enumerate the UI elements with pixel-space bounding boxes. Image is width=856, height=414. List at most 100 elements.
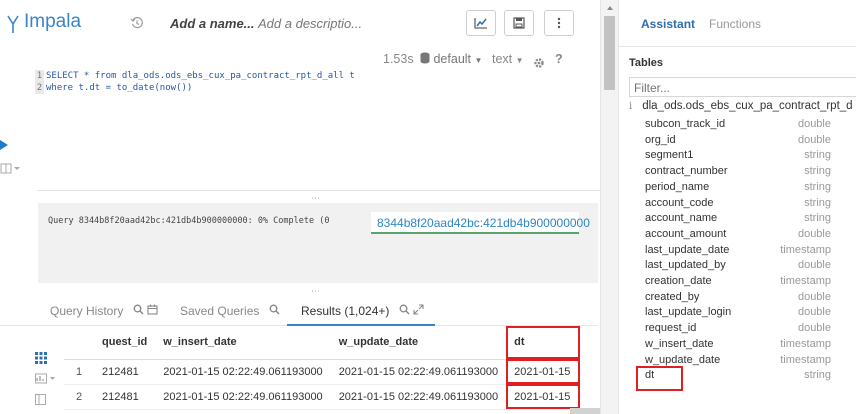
column-type: string <box>804 149 831 162</box>
line-number: 2 <box>35 82 44 94</box>
column-entry[interactable]: last_updated_by double <box>645 259 831 275</box>
scroll-up-icon[interactable] <box>601 2 619 14</box>
save-button[interactable] <box>504 10 534 36</box>
results-table: quest_id w_insert_date w_update_date dt … <box>64 326 581 410</box>
tab-label: Query History <box>50 304 124 318</box>
column-entry[interactable]: segment1 string <box>645 149 831 165</box>
database-name: default <box>433 52 472 66</box>
tab-saved-queries[interactable]: Saved Queries <box>180 304 280 318</box>
column-entry[interactable]: period_name string <box>645 181 831 197</box>
save-icon <box>513 17 525 29</box>
table-cell[interactable]: 2021-01-15 <box>506 359 581 385</box>
row-number: 2 <box>64 384 94 410</box>
tab-label: Results (1,024+) <box>301 304 390 318</box>
column-header[interactable]: w_insert_date <box>155 326 331 360</box>
row-number: 1 <box>64 359 94 385</box>
divider <box>37 190 600 191</box>
column-entry[interactable]: last_update_login double <box>645 306 831 322</box>
column-name: w_insert_date <box>645 337 714 350</box>
vertical-scrollbar[interactable] <box>600 0 618 414</box>
column-type: double <box>797 290 831 303</box>
column-entry[interactable]: creation_date timestamp <box>645 275 831 291</box>
column-name: last_update_date <box>645 243 730 256</box>
column-type: string <box>804 212 831 225</box>
grid-view-icon[interactable] <box>35 352 47 364</box>
assistant-panel: Assistant Functions Tables i dla_ods.ods… <box>618 0 856 414</box>
table-cell[interactable]: 2021-01-15 02:22:49.061193000 <box>330 359 507 385</box>
more-options-button[interactable] <box>544 10 574 36</box>
expand-icon[interactable] <box>413 304 424 318</box>
scrollbar-thumb[interactable] <box>604 16 615 90</box>
column-entry[interactable]: account_name string <box>645 212 831 228</box>
table-cell[interactable]: 2021-01-15 <box>506 384 581 410</box>
column-type: string <box>804 369 831 382</box>
search-icon[interactable] <box>133 304 147 318</box>
calendar-icon[interactable] <box>147 304 158 318</box>
column-entry[interactable]: account_code string <box>645 197 831 213</box>
search-icon[interactable] <box>399 304 413 318</box>
history-icon[interactable] <box>130 16 144 30</box>
columns-icon[interactable] <box>35 394 46 405</box>
caret-down-icon: ▼ <box>474 56 483 65</box>
format-selector[interactable]: text ▼ <box>492 52 524 70</box>
help-button[interactable]: ? <box>555 52 563 70</box>
column-name: account_name <box>645 212 718 225</box>
column-entry[interactable]: created_by double <box>645 291 831 307</box>
filter-input[interactable] <box>629 77 856 97</box>
table-cell[interactable]: 2021-01-15 02:22:49.061193000 <box>330 384 507 410</box>
table-cell[interactable]: 2021-01-15 02:22:49.061193000 <box>155 384 331 410</box>
tab-functions[interactable]: Functions <box>709 17 761 31</box>
column-entry[interactable]: contract_number string <box>645 165 831 181</box>
column-type: timestamp <box>780 337 831 350</box>
info-icon[interactable]: i <box>629 101 639 112</box>
run-query-button[interactable] <box>0 140 8 150</box>
impala-logo-icon <box>7 15 19 33</box>
column-entry[interactable]: w_update_date timestamp <box>645 354 831 370</box>
code-line: SELECT * from dla_ods.ods_ebs_cux_pa_con… <box>46 71 355 81</box>
column-type: timestamp <box>780 275 831 287</box>
result-tabs: Query History Saved Queries Results (1,0… <box>0 296 598 326</box>
column-header[interactable]: quest_id <box>94 326 156 360</box>
table-entry[interactable]: i dla_ods.ods_ebs_cux_pa_contract_rpt_d <box>629 100 853 112</box>
table-cell[interactable]: 212481 <box>94 384 156 410</box>
column-entry[interactable]: w_insert_date timestamp <box>645 338 831 354</box>
query-description-input[interactable]: Add a descriptio... <box>258 16 362 31</box>
query-log: Query 8344b8f20aad42bc:421db4b900000000:… <box>38 203 598 283</box>
column-type: double <box>797 118 831 130</box>
column-type: double <box>797 259 831 272</box>
snippet-menu-icon[interactable] <box>0 163 22 175</box>
tab-assistant[interactable]: Assistant <box>641 17 695 31</box>
query-id-tooltip: 8344b8f20aad42bc:421db4b900000000 <box>371 212 590 234</box>
sql-editor[interactable]: 1 SELECT * from dla_ods.ods_ebs_cux_pa_c… <box>35 70 600 180</box>
column-type: double <box>797 306 831 319</box>
column-name: contract_number <box>645 165 728 178</box>
column-header[interactable]: w_update_date <box>330 326 507 360</box>
execution-time: 1.53s <box>383 52 414 66</box>
row-number-header <box>64 326 94 360</box>
query-name-input[interactable]: Add a name... <box>170 16 255 31</box>
tab-results[interactable]: Results (1,024+) <box>301 304 424 318</box>
column-entry[interactable]: request_id double <box>645 322 831 338</box>
column-entry[interactable]: last_update_date timestamp <box>645 244 831 260</box>
column-name: last_updated_by <box>645 259 726 272</box>
horizontal-scrollbar[interactable] <box>570 408 600 414</box>
chart-view-icon[interactable] <box>35 373 57 384</box>
column-entry[interactable]: org_id double <box>645 134 831 150</box>
column-name: creation_date <box>645 275 712 287</box>
table-cell[interactable]: 212481 <box>94 359 156 385</box>
table-row[interactable]: 2 212481 2021-01-15 02:22:49.061193000 2… <box>64 384 581 410</box>
column-header[interactable]: dt <box>506 326 581 360</box>
table-cell[interactable]: 2021-01-15 02:22:49.061193000 <box>155 359 331 385</box>
chart-button[interactable] <box>466 10 496 36</box>
highlight-box <box>636 366 683 391</box>
search-icon[interactable] <box>269 304 280 318</box>
column-type: timestamp <box>780 243 831 256</box>
column-entry[interactable]: subcon_track_id double <box>645 118 831 134</box>
database-selector[interactable]: default ▼ <box>420 52 482 70</box>
format-name: text <box>492 52 513 66</box>
table-row[interactable]: 1 212481 2021-01-15 02:22:49.061193000 2… <box>64 359 581 385</box>
column-entry[interactable]: account_amount double <box>645 228 831 244</box>
tab-query-history[interactable]: Query History <box>50 304 158 318</box>
column-type: timestamp <box>780 353 831 366</box>
app-title: Impala <box>24 11 82 32</box>
